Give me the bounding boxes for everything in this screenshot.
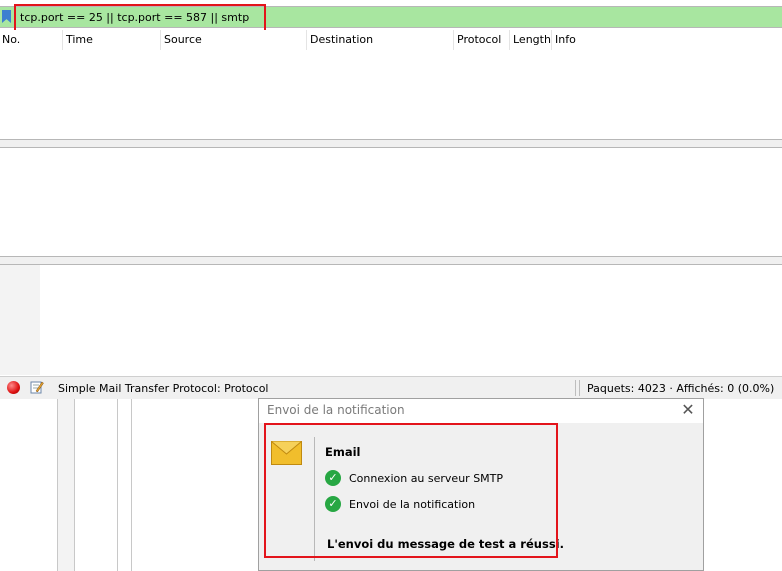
check-circle-icon: ✓ (325, 496, 341, 512)
packet-count-stats: Paquets: 4023 · Affichés: 0 (0.0%) (587, 382, 775, 395)
background-divider (74, 399, 75, 571)
column-separator[interactable] (453, 30, 454, 50)
column-separator[interactable] (306, 30, 307, 50)
column-header-info[interactable]: Info (555, 33, 576, 46)
dialog-titlebar[interactable]: Envoi de la notification ✕ (259, 399, 703, 423)
step-label: Connexion au serveur SMTP (349, 472, 504, 485)
column-separator[interactable] (551, 30, 552, 50)
pane-splitter[interactable] (0, 139, 782, 148)
packet-bytes-offset-gutter (0, 265, 40, 375)
check-circle-icon: ✓ (325, 470, 341, 486)
filter-bookmark-icon[interactable] (2, 10, 11, 23)
display-filter-bar (0, 6, 782, 28)
expert-info-icon[interactable] (7, 381, 20, 394)
result-message: L'envoi du message de test a réussi. (327, 537, 564, 551)
status-separator (575, 380, 580, 396)
column-header-source[interactable]: Source (164, 33, 202, 46)
column-header-no[interactable]: No. (2, 33, 20, 46)
dialog-title: Envoi de la notification (267, 403, 405, 417)
step-label: Envoi de la notification (349, 498, 476, 511)
status-field-info: Simple Mail Transfer Protocol: Protocol (58, 382, 269, 395)
column-header-time[interactable]: Time (66, 33, 93, 46)
capture-comment-icon[interactable] (30, 380, 44, 394)
column-separator[interactable] (160, 30, 161, 50)
background-divider (131, 399, 132, 571)
email-heading: Email (325, 445, 361, 459)
background-divider (57, 399, 58, 571)
column-header-protocol[interactable]: Protocol (457, 33, 501, 46)
notification-dialog: Envoi de la notification ✕ Email ✓ Conne… (258, 398, 704, 571)
background-divider (117, 399, 118, 571)
display-filter-input[interactable] (18, 7, 762, 27)
envelope-icon (271, 441, 302, 465)
dialog-divider (314, 437, 315, 561)
status-bar: Simple Mail Transfer Protocol: Protocol … (0, 376, 782, 399)
column-separator[interactable] (62, 30, 63, 50)
column-header-length[interactable]: Length (513, 33, 551, 46)
background-panel (57, 399, 74, 571)
column-separator[interactable] (509, 30, 510, 50)
column-header-destination[interactable]: Destination (310, 33, 373, 46)
close-icon[interactable]: ✕ (679, 400, 697, 420)
packet-list-header: No. Time Source Destination Protocol Len… (0, 30, 782, 50)
pane-splitter[interactable] (0, 256, 782, 265)
